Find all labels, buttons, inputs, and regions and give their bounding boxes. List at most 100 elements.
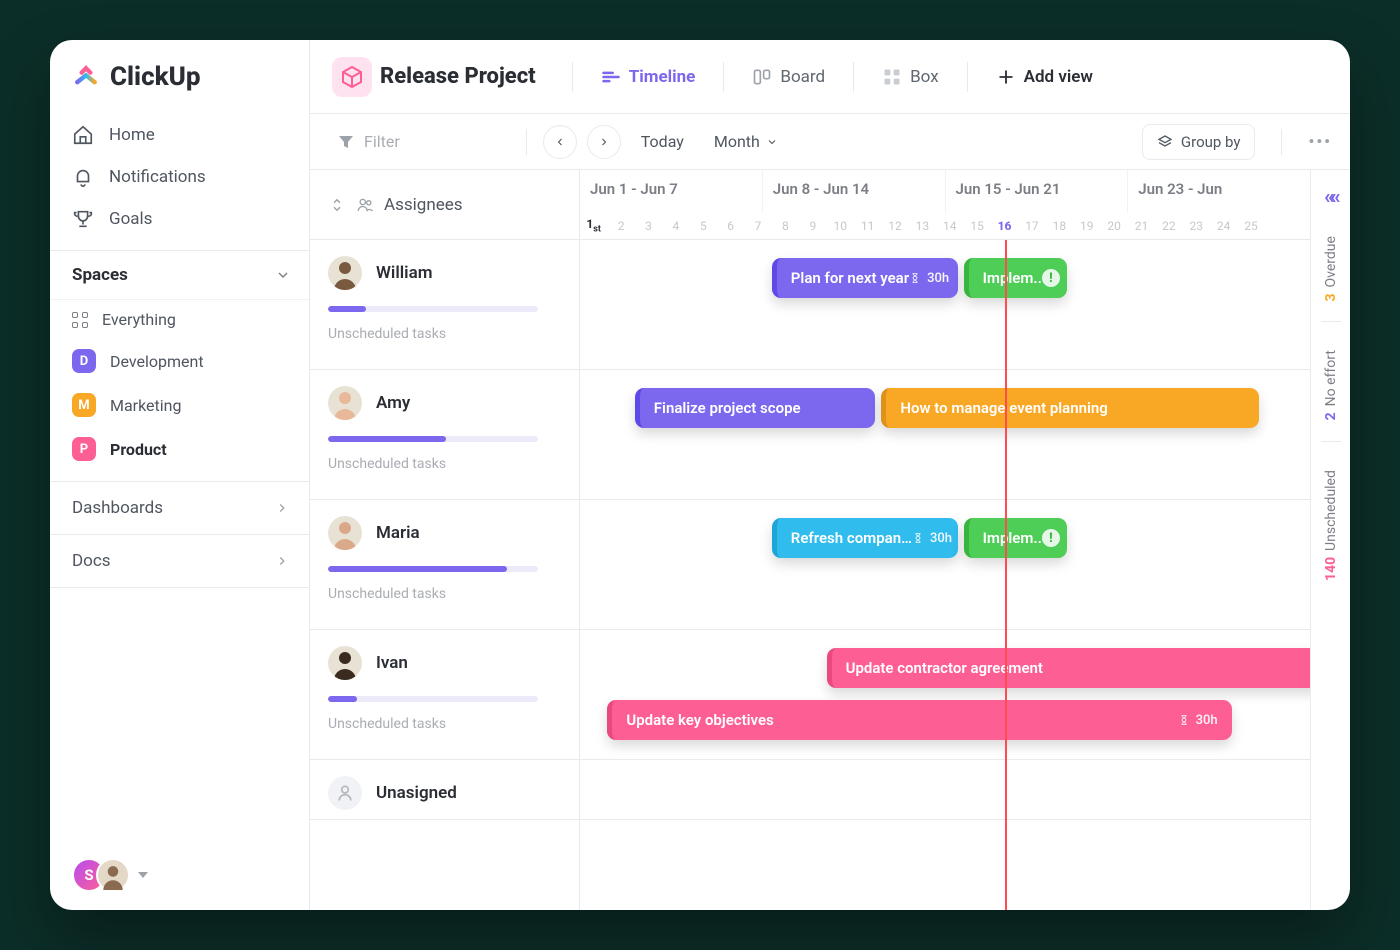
avatar (328, 776, 362, 810)
task-bar[interactable]: Update contractor agreement (827, 648, 1310, 688)
assignees-header[interactable]: Assignees (310, 170, 579, 240)
assignee-name: Unasigned (376, 783, 457, 803)
nav-notifications[interactable]: Notifications (50, 156, 309, 198)
task-label: Implem.. (983, 269, 1042, 287)
day-label: 20 (1100, 219, 1127, 233)
divider (1321, 321, 1341, 322)
project-title: Release Project (380, 64, 536, 89)
project-icon (332, 57, 372, 97)
box-icon (340, 65, 364, 89)
task-bar[interactable]: Implem..! (964, 518, 1068, 558)
sidebar-item-docs[interactable]: Docs (50, 534, 309, 588)
today-indicator (1005, 240, 1007, 910)
assignee-row[interactable]: Unasigned (310, 760, 579, 820)
divider (1281, 129, 1282, 155)
main-panel: Release Project Timeline Board Box Add v… (310, 40, 1350, 910)
view-tab-timeline[interactable]: Timeline (591, 61, 706, 93)
view-tab-board[interactable]: Board (742, 61, 835, 93)
board-icon (752, 67, 772, 87)
chevron-down-icon (275, 267, 291, 283)
assignees-column: AssigneesWilliamUnscheduled tasksAmyUnsc… (310, 170, 580, 910)
today-button[interactable]: Today (631, 126, 694, 157)
assignee-row[interactable]: WilliamUnscheduled tasks (310, 240, 579, 370)
nav-goals-label: Goals (109, 209, 152, 229)
hourglass-icon (912, 532, 924, 544)
docs-label: Docs (72, 551, 111, 571)
divider (1321, 441, 1341, 442)
assignee-row[interactable]: MariaUnscheduled tasks (310, 500, 579, 630)
sidebar-item-everything[interactable]: Everything (50, 300, 309, 339)
project-header: Release Project Timeline Board Box Add v… (310, 40, 1350, 114)
task-label: Update key objectives (626, 711, 773, 729)
task-label: Implem.. (983, 529, 1042, 547)
collapse-rail-button[interactable]: «« (1324, 184, 1336, 208)
next-button[interactable] (587, 125, 621, 159)
sort-icon (328, 196, 346, 214)
task-bar[interactable]: Update key objectives30h (607, 700, 1231, 740)
space-label: Marketing (110, 396, 181, 415)
chevron-right-icon (275, 501, 289, 515)
week-label: Jun 15 - Jun 21 (945, 170, 1128, 213)
people-icon (356, 196, 374, 214)
user-menu[interactable]: S (50, 840, 309, 910)
sidebar-item-product[interactable]: P Product (50, 427, 309, 471)
avatar (328, 646, 362, 680)
spaces-header-label: Spaces (72, 265, 128, 285)
date-nav: Today Month (526, 125, 788, 159)
divider (526, 129, 527, 155)
spaces-header[interactable]: Spaces (50, 250, 309, 300)
assignee-row[interactable]: AmyUnscheduled tasks (310, 370, 579, 500)
task-bar[interactable]: Plan for next year30h (772, 258, 958, 298)
view-tab-box[interactable]: Box (872, 61, 949, 93)
assignee-name: William (376, 263, 433, 283)
grid-icon (72, 312, 88, 328)
chevron-right-icon (275, 554, 289, 568)
sidebar-item-dashboards[interactable]: Dashboards (50, 481, 309, 534)
task-bar[interactable]: How to manage event planning (881, 388, 1259, 428)
task-bar[interactable]: Finalize project scope (635, 388, 876, 428)
prev-button[interactable] (543, 125, 577, 159)
day-label: 18 (1046, 219, 1073, 233)
clickup-logo-icon (72, 63, 100, 91)
day-label: 10 (827, 219, 854, 233)
assignee-row[interactable]: IvanUnscheduled tasks (310, 630, 579, 760)
sidebar-item-development[interactable]: D Development (50, 339, 309, 383)
filter-icon (338, 134, 354, 150)
task-hours: 30h (912, 531, 952, 546)
bell-icon (72, 166, 94, 188)
box-label: Box (910, 67, 939, 87)
day-label: 6 (717, 219, 744, 233)
app-logo[interactable]: ClickUp (50, 40, 309, 110)
rail-overdue[interactable]: 3 Overdue (1323, 236, 1339, 301)
day-label: 8 (772, 219, 799, 233)
add-view-button[interactable]: Add view (986, 61, 1103, 93)
group-by-button[interactable]: Group by (1142, 124, 1256, 160)
day-label: 7 (744, 219, 771, 233)
rail-unscheduled[interactable]: 140 Unscheduled (1323, 470, 1339, 581)
task-bar[interactable]: Refresh compan…30h (772, 518, 958, 558)
more-menu[interactable]: ••• (1308, 132, 1332, 151)
chevron-right-icon (598, 136, 610, 148)
timeline-row: Refresh compan…30hImplem..! (580, 500, 1310, 630)
day-label: 1st (580, 217, 607, 234)
range-selector[interactable]: Month (704, 126, 788, 157)
day-label: 24 (1210, 219, 1237, 233)
rail-no-effort[interactable]: 2 No effort (1323, 350, 1339, 420)
day-label: 4 (662, 219, 689, 233)
task-bar[interactable]: Implem..! (964, 258, 1068, 298)
unscheduled-label: Unscheduled tasks (328, 586, 561, 602)
timeline-row: Update contractor agreement Update key ob… (580, 630, 1310, 760)
task-label: Refresh compan… (791, 529, 912, 547)
filter-button[interactable]: Filter (328, 126, 410, 157)
workload-bar (328, 696, 538, 702)
nav-goals[interactable]: Goals (50, 198, 309, 240)
trophy-icon (72, 208, 94, 230)
sidebar-item-marketing[interactable]: M Marketing (50, 383, 309, 427)
add-view-label: Add view (1024, 67, 1093, 87)
nav-home[interactable]: Home (50, 114, 309, 156)
day-label: 13 (909, 219, 936, 233)
week-label: Jun 8 - Jun 14 (762, 170, 945, 213)
assignee-name: Ivan (376, 653, 408, 673)
day-label: 11 (854, 219, 881, 233)
day-label: 22 (1155, 219, 1182, 233)
